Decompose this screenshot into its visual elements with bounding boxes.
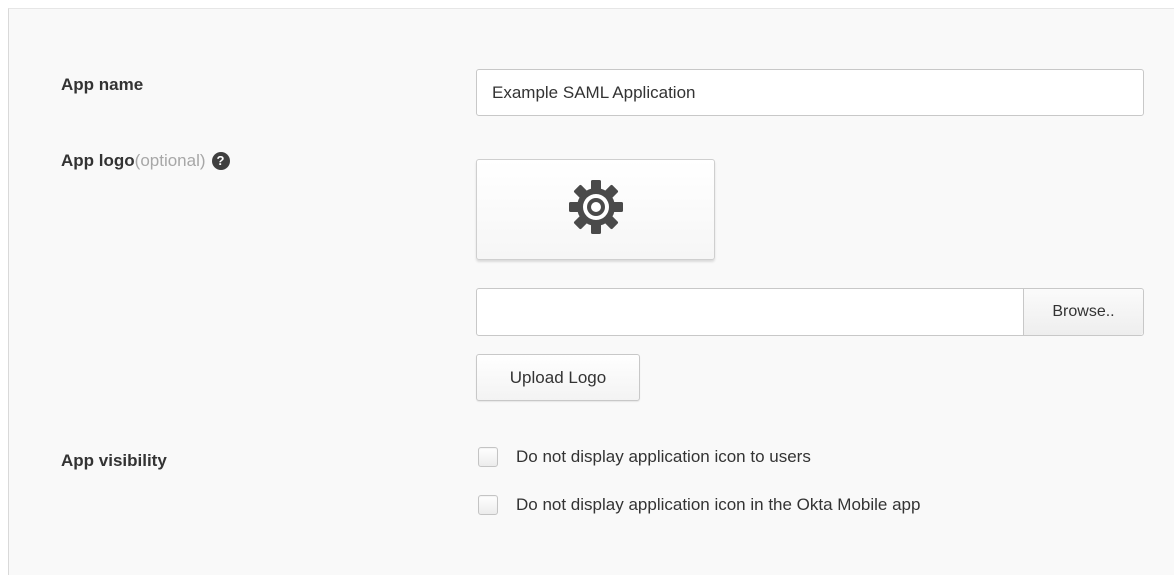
logo-file-picker: Browse.. [476,288,1144,336]
hide-icon-in-mobile-label: Do not display application icon in the O… [516,495,921,514]
app-name-input[interactable] [476,69,1144,116]
app-logo-label: App logo(optional)? [61,151,230,171]
browse-button[interactable]: Browse.. [1023,289,1143,335]
app-name-label-text: App name [61,75,144,94]
logo-preview [476,159,715,260]
logo-file-path-field[interactable] [477,289,1023,335]
app-visibility-label-text: App visibility [61,451,167,470]
help-icon[interactable]: ? [211,152,230,170]
optional-hint: (optional) [134,151,206,170]
hide-icon-from-users-option[interactable]: Do not display application icon to users [478,447,811,467]
hide-icon-in-mobile-option[interactable]: Do not display application icon in the O… [478,495,920,515]
hide-icon-from-users-label: Do not display application icon to users [516,447,811,466]
upload-logo-button[interactable]: Upload Logo [476,354,640,401]
app-logo-label-text: App logo [61,151,135,170]
app-name-label: App name [61,75,143,95]
hide-icon-in-mobile-checkbox[interactable] [478,495,498,515]
gear-icon [567,178,625,241]
app-visibility-label: App visibility [61,451,167,471]
hide-icon-from-users-checkbox[interactable] [478,447,498,467]
app-settings-panel: App name App logo(optional)? [8,8,1174,575]
